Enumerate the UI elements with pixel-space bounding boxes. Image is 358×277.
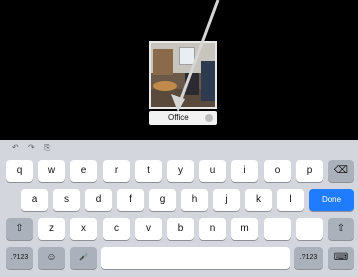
key-h[interactable]: h: [181, 189, 208, 211]
key-n[interactable]: n: [199, 218, 226, 240]
shift-icon: ⇧: [15, 223, 24, 234]
photo-name-value: Office: [168, 113, 189, 122]
backspace-icon: ⌫: [333, 165, 349, 176]
emoji-icon: ☺: [46, 252, 57, 263]
key-e[interactable]: e: [70, 160, 97, 182]
key-r[interactable]: r: [103, 160, 130, 182]
photo-name-field[interactable]: Office: [149, 111, 217, 125]
undo-icon[interactable]: ↶: [12, 143, 19, 152]
onscreen-keyboard: ↶ ↷ ⎘ q w e r t y u i o p ⌫ a s d f g h …: [0, 140, 358, 277]
key-s[interactable]: s: [53, 189, 80, 211]
key-x[interactable]: x: [70, 218, 97, 240]
dictation-key[interactable]: 🎤: [70, 247, 97, 269]
key-question-period[interactable]: ? .: [296, 218, 323, 277]
emoji-key[interactable]: ☺: [38, 247, 65, 269]
photo-dark-area: [201, 61, 215, 101]
key-b[interactable]: b: [167, 218, 194, 240]
shift-right-key[interactable]: ⇧: [328, 218, 354, 240]
key-t[interactable]: t: [135, 160, 162, 182]
key-z[interactable]: z: [38, 218, 65, 240]
key-c[interactable]: c: [103, 218, 130, 240]
space-bar[interactable]: [101, 247, 290, 269]
clear-text-icon[interactable]: [205, 114, 213, 122]
shift-icon: ⇧: [336, 223, 346, 234]
photo-thumbnail[interactable]: [149, 41, 217, 109]
key-m[interactable]: m: [231, 218, 258, 240]
backspace-key[interactable]: ⌫: [328, 160, 354, 182]
redo-icon[interactable]: ↷: [28, 143, 35, 152]
key-v[interactable]: v: [135, 218, 162, 240]
key-w[interactable]: w: [38, 160, 65, 182]
key-p[interactable]: p: [296, 160, 323, 182]
photo-shelf: [153, 49, 173, 75]
key-f[interactable]: f: [117, 189, 144, 211]
photo-window: [179, 47, 195, 65]
keyboard-toolbar: ↶ ↷ ⎘: [0, 140, 358, 156]
photo-table: [153, 81, 177, 91]
numbers-key-right[interactable]: .?123: [294, 247, 323, 269]
microphone-icon: 🎤: [79, 254, 88, 261]
shift-left-key[interactable]: ⇧: [6, 218, 33, 240]
key-d[interactable]: d: [85, 189, 112, 211]
key-a[interactable]: a: [21, 189, 48, 211]
key-l[interactable]: l: [277, 189, 304, 211]
hide-keyboard-key[interactable]: ⌨: [328, 247, 354, 269]
key-o[interactable]: o: [264, 160, 291, 182]
photo-chair: [185, 73, 199, 95]
key-k[interactable]: k: [245, 189, 272, 211]
key-i[interactable]: i: [231, 160, 258, 182]
numbers-key-left[interactable]: .?123: [6, 247, 33, 269]
done-key[interactable]: Done: [309, 189, 354, 211]
key-exclaim-comma[interactable]: ! ,: [264, 218, 291, 277]
paste-icon[interactable]: ⎘: [44, 143, 50, 153]
key-q[interactable]: q: [6, 160, 33, 182]
keyboard-hide-icon: ⌨: [333, 252, 349, 263]
key-u[interactable]: u: [199, 160, 226, 182]
key-j[interactable]: j: [213, 189, 240, 211]
key-y[interactable]: y: [167, 160, 194, 182]
canvas-area: Office: [0, 0, 358, 140]
key-g[interactable]: g: [149, 189, 176, 211]
